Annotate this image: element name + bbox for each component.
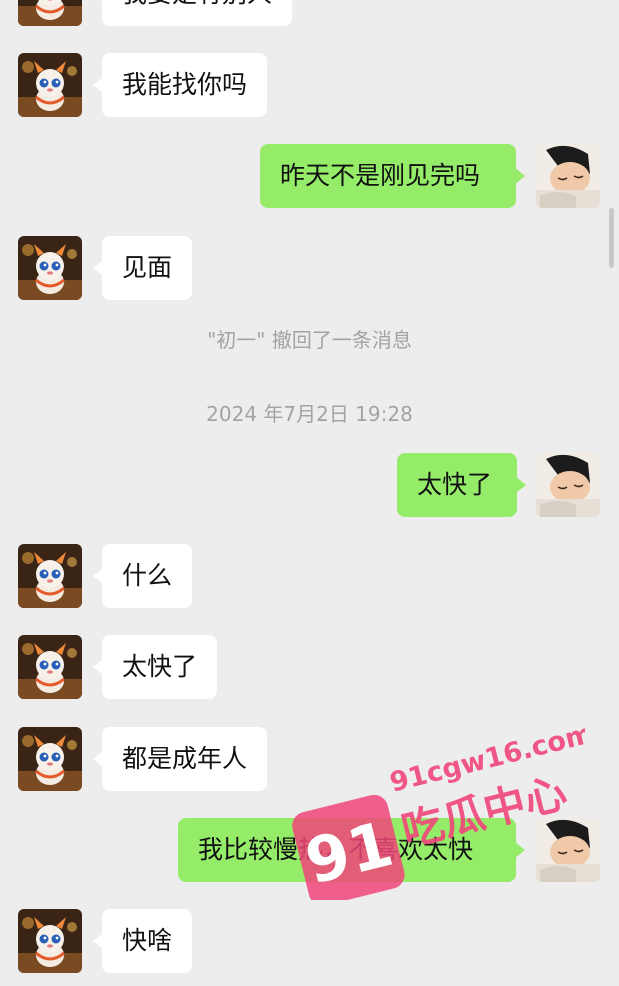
sleeping-boy-avatar-icon[interactable] [536,144,600,208]
incoming-message-bubble[interactable]: 都是成年人 [92,727,268,791]
incoming-message-bubble[interactable]: 我要是有别人 [92,0,293,26]
chat-area[interactable]: 我要是有别人 我能找你吗 昨天不是刚见完吗 见面 "初一" 撤回了一条消息 20… [0,0,619,986]
outgoing-message-bubble[interactable]: 昨天不是刚见完吗 [260,144,525,208]
incoming-message-bubble[interactable]: 什么 [92,544,193,608]
dragon-mascot-avatar-icon[interactable] [18,53,82,117]
outgoing-message-bubble[interactable]: 我比较慢热，不喜欢太快 [178,818,525,882]
dragon-mascot-avatar-icon[interactable] [18,727,82,791]
incoming-message-bubble[interactable]: 快啥 [92,909,193,973]
outgoing-message-bubble[interactable]: 太快了 [397,453,526,517]
recall-notice: "初一" 撤回了一条消息 [207,328,412,352]
dragon-mascot-avatar-icon[interactable] [18,909,82,973]
dragon-mascot-avatar-icon[interactable] [18,635,82,699]
scrollbar-thumb[interactable] [609,208,614,268]
dragon-mascot-avatar-icon[interactable] [18,0,82,26]
sleeping-boy-avatar-icon[interactable] [536,453,600,517]
dragon-mascot-avatar-icon[interactable] [18,236,82,300]
incoming-message-bubble[interactable]: 我能找你吗 [92,53,268,117]
sleeping-boy-avatar-icon[interactable] [536,818,600,882]
incoming-message-bubble[interactable]: 见面 [92,236,193,300]
watermark-domain: 91cgw16.com [387,718,585,798]
dragon-mascot-avatar-icon[interactable] [18,544,82,608]
message-timestamp: 2024 年7月2日 19:28 [206,402,413,426]
incoming-message-bubble[interactable]: 太快了 [92,635,218,699]
